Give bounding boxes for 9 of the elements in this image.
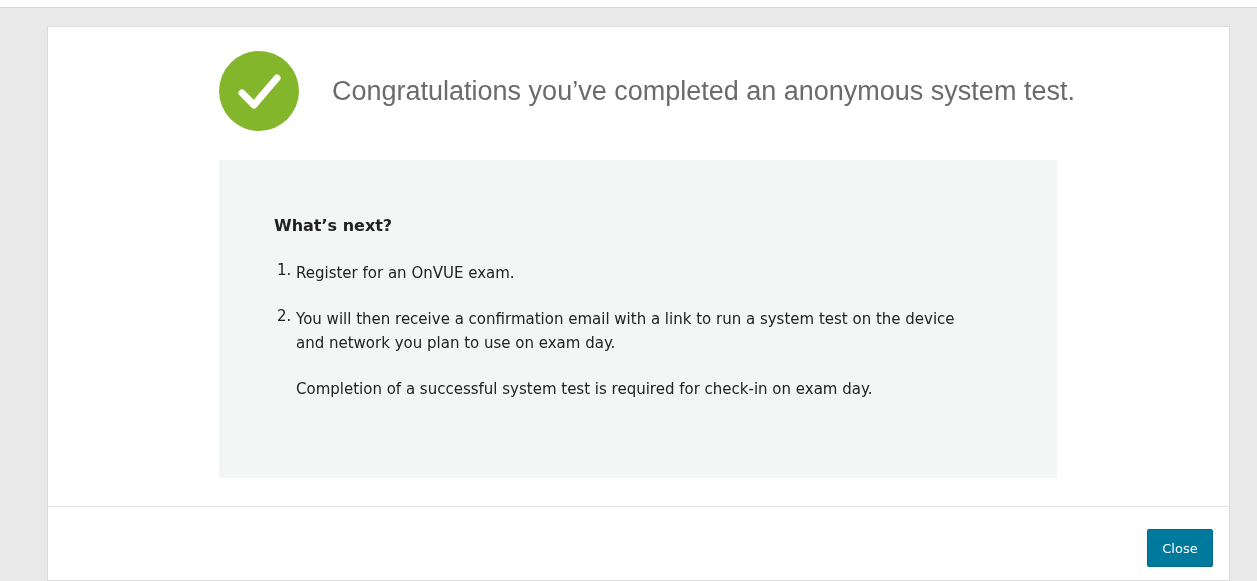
close-button[interactable]: Close — [1147, 529, 1213, 567]
panel-heading: What’s next? — [274, 216, 394, 235]
step-text: Register for an OnVUE exam. — [296, 263, 516, 284]
step-number: 2. — [277, 307, 293, 327]
dialog-title: Congratulations you’ve completed an anonymous system test. — [332, 75, 1075, 107]
step-text: Completion of a successful system test is required for check-in on exam day. — [296, 379, 874, 400]
step-number: 1. — [277, 261, 293, 281]
checkmark-icon — [219, 51, 299, 131]
step-text: You will then receive a confirmation email with a link to run a system test on the device and network you plan to use on exam day. — [296, 309, 956, 354]
